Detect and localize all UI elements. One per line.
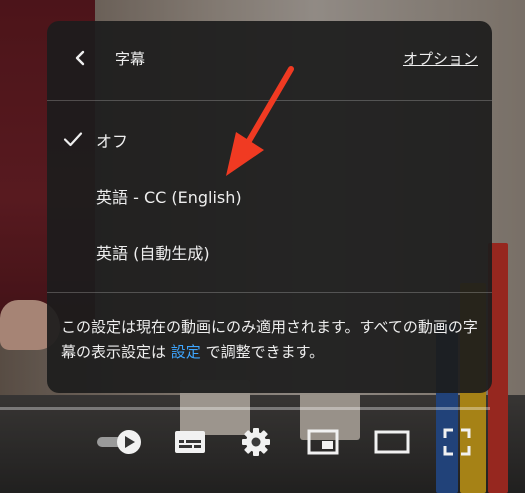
- menu-item-off[interactable]: オフ: [47, 111, 492, 167]
- fullscreen-button[interactable]: [437, 420, 477, 464]
- subtitles-button[interactable]: [170, 420, 210, 464]
- divider: [47, 292, 492, 293]
- subtitle-track-list: オフ 英語 - CC (English) 英語 (自動生成): [47, 111, 492, 279]
- player-controls: [0, 420, 525, 470]
- menu-item-label: 英語 (自動生成): [96, 244, 210, 263]
- checkmark-icon: [63, 132, 83, 147]
- autoplay-toggle-icon: [97, 430, 141, 454]
- fullscreen-icon: [443, 428, 471, 456]
- panel-title: 字幕: [115, 50, 146, 68]
- menu-item-english-cc[interactable]: 英語 - CC (English): [47, 167, 492, 223]
- theater-mode-icon: [374, 430, 410, 454]
- info-text-after: で調整できます。: [200, 343, 325, 361]
- autoplay-toggle[interactable]: [94, 420, 144, 464]
- chevron-left-icon: [75, 50, 85, 66]
- settings-link[interactable]: 設定: [171, 343, 201, 361]
- theater-mode-button[interactable]: [370, 420, 414, 464]
- menu-item-label: 英語 - CC (English): [96, 188, 242, 207]
- options-link[interactable]: オプション: [403, 48, 478, 69]
- subtitles-icon: [175, 431, 205, 453]
- subtitles-settings-panel: 字幕 オプション オフ 英語 - CC (English) 英語 (自動生成) …: [47, 21, 492, 393]
- info-text: この設定は現在の動画にのみ適用されます。すべての動画の字幕の表示設定は 設定 で…: [61, 315, 481, 365]
- progress-bar[interactable]: [0, 407, 490, 410]
- menu-item-label: オフ: [96, 132, 129, 151]
- settings-button[interactable]: [236, 420, 276, 464]
- gear-icon: [242, 428, 270, 456]
- menu-item-english-auto[interactable]: 英語 (自動生成): [47, 223, 492, 279]
- miniplayer-button[interactable]: [303, 420, 343, 464]
- panel-header: 字幕 オプション: [47, 21, 492, 101]
- back-button[interactable]: [67, 45, 93, 71]
- miniplayer-icon: [307, 429, 339, 455]
